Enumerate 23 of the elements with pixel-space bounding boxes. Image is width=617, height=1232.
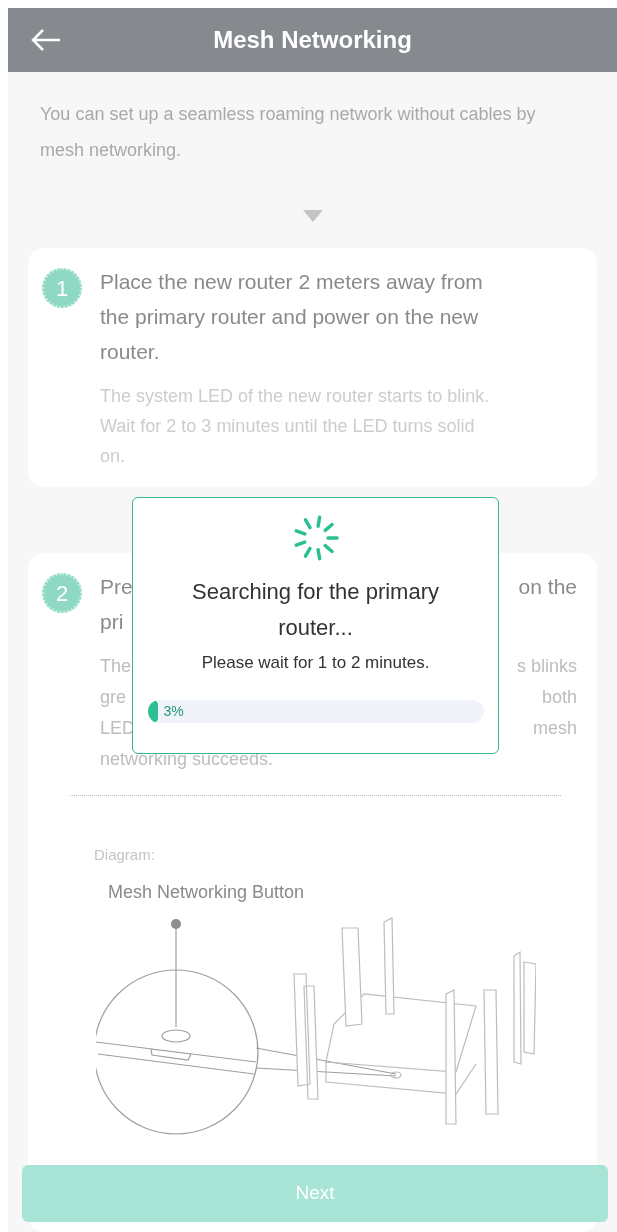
dialog-subtitle: Please wait for 1 to 2 minutes. xyxy=(201,652,430,674)
step-title: pri xyxy=(100,609,124,635)
step-description: The xyxy=(100,655,132,678)
progress-reading: 3% xyxy=(163,701,184,721)
step-description: networking succeeds. xyxy=(100,748,274,771)
step-description: gre xyxy=(100,686,126,709)
step-description: both xyxy=(541,686,577,709)
step-title: Pre xyxy=(100,574,133,600)
step-title: Place the new router 2 meters away from xyxy=(100,269,483,295)
step-title: on the xyxy=(518,574,577,600)
back-arrow-icon xyxy=(30,28,62,52)
page-title: Mesh Networking xyxy=(213,25,412,55)
step-title: the primary router and power on the new xyxy=(100,304,479,330)
dialog-title: Searching for the primary router... xyxy=(191,578,440,642)
step-title: router. xyxy=(100,339,160,365)
intro-text: You can set up a seamless roaming network without cables by mesh networking. xyxy=(39,103,537,162)
down-triangle-icon xyxy=(302,210,323,222)
step-description: mesh xyxy=(533,717,577,740)
diagram-label: Diagram: xyxy=(94,845,155,865)
step-description: s blinks xyxy=(516,655,577,678)
step-number-icon: 1 xyxy=(42,268,82,308)
callout-label: Mesh Networking Button xyxy=(108,880,305,904)
step-number-icon: 2 xyxy=(42,573,82,613)
